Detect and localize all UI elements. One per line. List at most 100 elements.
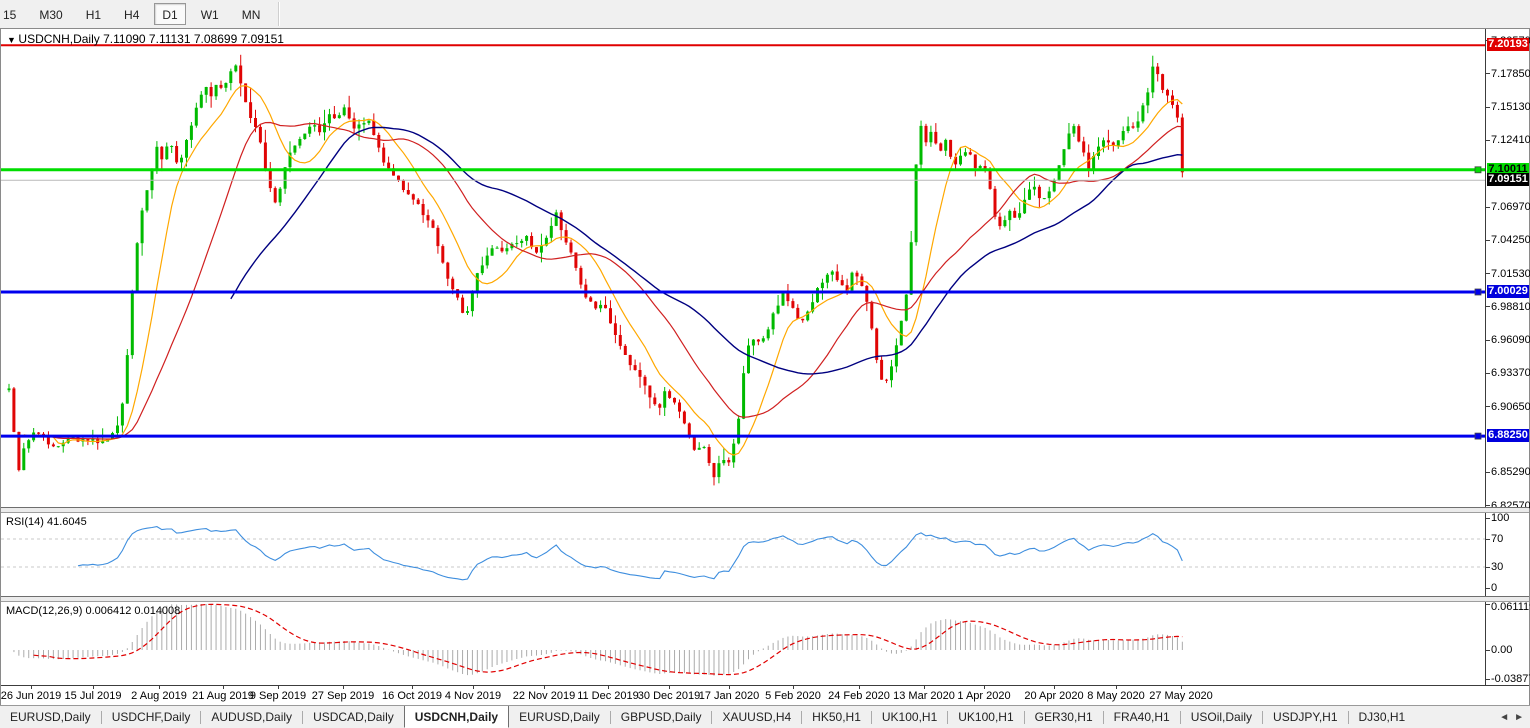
price-tick-label: 7.04250 (1491, 234, 1530, 246)
tab-dj30-h1[interactable]: DJ30,H1 (1349, 706, 1416, 728)
tab-fra40-h1[interactable]: FRA40,H1 (1104, 706, 1180, 728)
price-badge-7.09151: 7.09151 (1487, 173, 1529, 186)
price-tick-mark (1486, 73, 1490, 74)
rsi-label: RSI(14) 41.6045 (6, 516, 87, 528)
timeframe-button-m30[interactable]: M30 (31, 3, 70, 25)
date-label: 27 May 2020 (1149, 690, 1213, 702)
price-tick-mark (1486, 240, 1490, 241)
date-tick-mark (473, 686, 474, 689)
chart-symbol-period: USDCNH,Daily (18, 32, 99, 46)
tab-gbpusd-daily[interactable]: GBPUSD,Daily (611, 706, 712, 728)
macd-axis: 0.0611190.00-0.03877 (1485, 602, 1529, 685)
price-chart-plot[interactable] (1, 29, 1485, 507)
date-axis[interactable]: 26 Jun 201915 Jul 20192 Aug 201921 Aug 2… (1, 685, 1529, 706)
date-label: 2 Aug 2019 (131, 690, 187, 702)
price-tick-label: 6.96090 (1491, 334, 1530, 346)
scroll-tabs-left-icon[interactable]: ◄ (1499, 712, 1509, 723)
tab-eurusd-daily[interactable]: EURUSD,Daily (0, 706, 101, 728)
macd-label: MACD(12,26,9) 0.006412 0.014008 (6, 605, 180, 617)
price-axis[interactable]: 7.205707.178507.151307.124107.069707.042… (1485, 29, 1529, 507)
level-handle-7.10011[interactable] (1475, 167, 1481, 173)
tab-audusd-daily[interactable]: AUDUSD,Daily (201, 706, 302, 728)
price-badge-7.00029: 7.00029 (1487, 285, 1529, 298)
date-tick-mark (793, 686, 794, 689)
price-tick-label: 7.01530 (1491, 268, 1530, 280)
date-tick-mark (1054, 686, 1055, 689)
rsi-tick-mark (1486, 539, 1490, 540)
rsi-tick-mark (1486, 567, 1490, 568)
tab-usdjpy-h1[interactable]: USDJPY,H1 (1263, 706, 1347, 728)
tab-eurusd-daily[interactable]: EURUSD,Daily (509, 706, 610, 728)
date-label: 27 Sep 2019 (312, 690, 374, 702)
macd-tick-mark (1486, 604, 1490, 605)
rsi-plot[interactable] (1, 513, 1485, 596)
price-tick-label: 7.15130 (1491, 101, 1530, 113)
price-tick-label: 7.12410 (1491, 134, 1530, 146)
rsi-tick-label: 0 (1491, 582, 1497, 594)
date-tick-mark (343, 686, 344, 689)
timeframe-button-h4[interactable]: H4 (116, 3, 147, 25)
tab-ger30-h1[interactable]: GER30,H1 (1025, 706, 1103, 728)
price-tick-mark (1486, 340, 1490, 341)
price-tick-mark (1486, 140, 1490, 141)
timeframe-toolbar: 15 M30 H1 H4 D1 W1 MN (0, 0, 1530, 28)
chart-title: ▼ USDCNH,Daily 7.11090 7.11131 7.08699 7… (7, 32, 284, 46)
tab-uk100-h1[interactable]: UK100,H1 (948, 706, 1023, 728)
date-tick-mark (1116, 686, 1117, 689)
level-handle-6.88250[interactable] (1475, 433, 1481, 439)
date-tick-mark (984, 686, 985, 689)
timeframe-button-15[interactable]: 15 (0, 3, 24, 25)
price-tick-mark (1486, 505, 1490, 506)
macd-plot[interactable] (1, 602, 1485, 685)
date-label: 16 Oct 2019 (382, 690, 442, 702)
date-label: 20 Apr 2020 (1024, 690, 1083, 702)
date-tick-mark (1181, 686, 1182, 689)
rsi-tick-label: 100 (1491, 512, 1509, 524)
timeframe-button-mn[interactable]: MN (234, 3, 269, 25)
tab-uk100-h1[interactable]: UK100,H1 (872, 706, 947, 728)
tab-xauusd-h4[interactable]: XAUUSD,H4 (712, 706, 801, 728)
date-label: 13 Mar 2020 (893, 690, 955, 702)
tab-usdcad-daily[interactable]: USDCAD,Daily (303, 706, 404, 728)
scroll-tabs-right-icon[interactable]: ► (1514, 712, 1524, 723)
price-tick-label: 7.17850 (1491, 68, 1530, 80)
date-label: 30 Dec 2019 (638, 690, 700, 702)
macd-tick-label: -0.03877 (1491, 673, 1530, 685)
price-tick-label: 6.98810 (1491, 301, 1530, 313)
date-tick-mark (729, 686, 730, 689)
price-panel: 7.205707.178507.151307.124107.069707.042… (1, 29, 1529, 507)
rsi-tick-label: 30 (1491, 561, 1503, 573)
timeframe-button-w1[interactable]: W1 (193, 3, 227, 25)
date-tick-mark (608, 686, 609, 689)
date-label: 5 Feb 2020 (765, 690, 821, 702)
timeframe-button-d1[interactable]: D1 (154, 3, 185, 25)
tab-hk50-h1[interactable]: HK50,H1 (802, 706, 871, 728)
date-tick-mark (859, 686, 860, 689)
date-label: 11 Dec 2019 (577, 690, 639, 702)
rsi-panel: 10070300 RSI(14) 41.6045 (1, 513, 1529, 596)
chart-ohlc-values: 7.11090 7.11131 7.08699 7.09151 (103, 32, 284, 46)
level-handle-7.00029[interactable] (1475, 289, 1481, 295)
price-tick-mark (1486, 373, 1490, 374)
date-label: 1 Apr 2020 (957, 690, 1010, 702)
chart-dropdown-icon[interactable]: ▼ (7, 35, 18, 45)
tab-usdchf-daily[interactable]: USDCHF,Daily (102, 706, 201, 728)
macd-histogram (9, 604, 1182, 676)
date-label: 21 Aug 2019 (192, 690, 254, 702)
price-tick-label: 6.90650 (1491, 401, 1530, 413)
rsi-line (78, 527, 1182, 580)
date-label: 15 Jul 2019 (65, 690, 122, 702)
date-tick-mark (159, 686, 160, 689)
date-tick-mark (544, 686, 545, 689)
timeframe-button-h1[interactable]: H1 (78, 3, 109, 25)
date-tick-mark (412, 686, 413, 689)
macd-tick-label: 0.00 (1491, 644, 1512, 656)
date-label: 9 Sep 2019 (250, 690, 306, 702)
price-tick-mark (1486, 107, 1490, 108)
tab-usoil-daily[interactable]: USOil,Daily (1181, 706, 1262, 728)
tab-usdcnh-daily[interactable]: USDCNH,Daily (404, 705, 509, 728)
price-badge-6.88250: 6.88250 (1487, 429, 1529, 442)
price-tick-mark (1486, 306, 1490, 307)
date-label: 8 May 2020 (1087, 690, 1144, 702)
macd-panel: 0.0611190.00-0.03877 MACD(12,26,9) 0.006… (1, 602, 1529, 685)
